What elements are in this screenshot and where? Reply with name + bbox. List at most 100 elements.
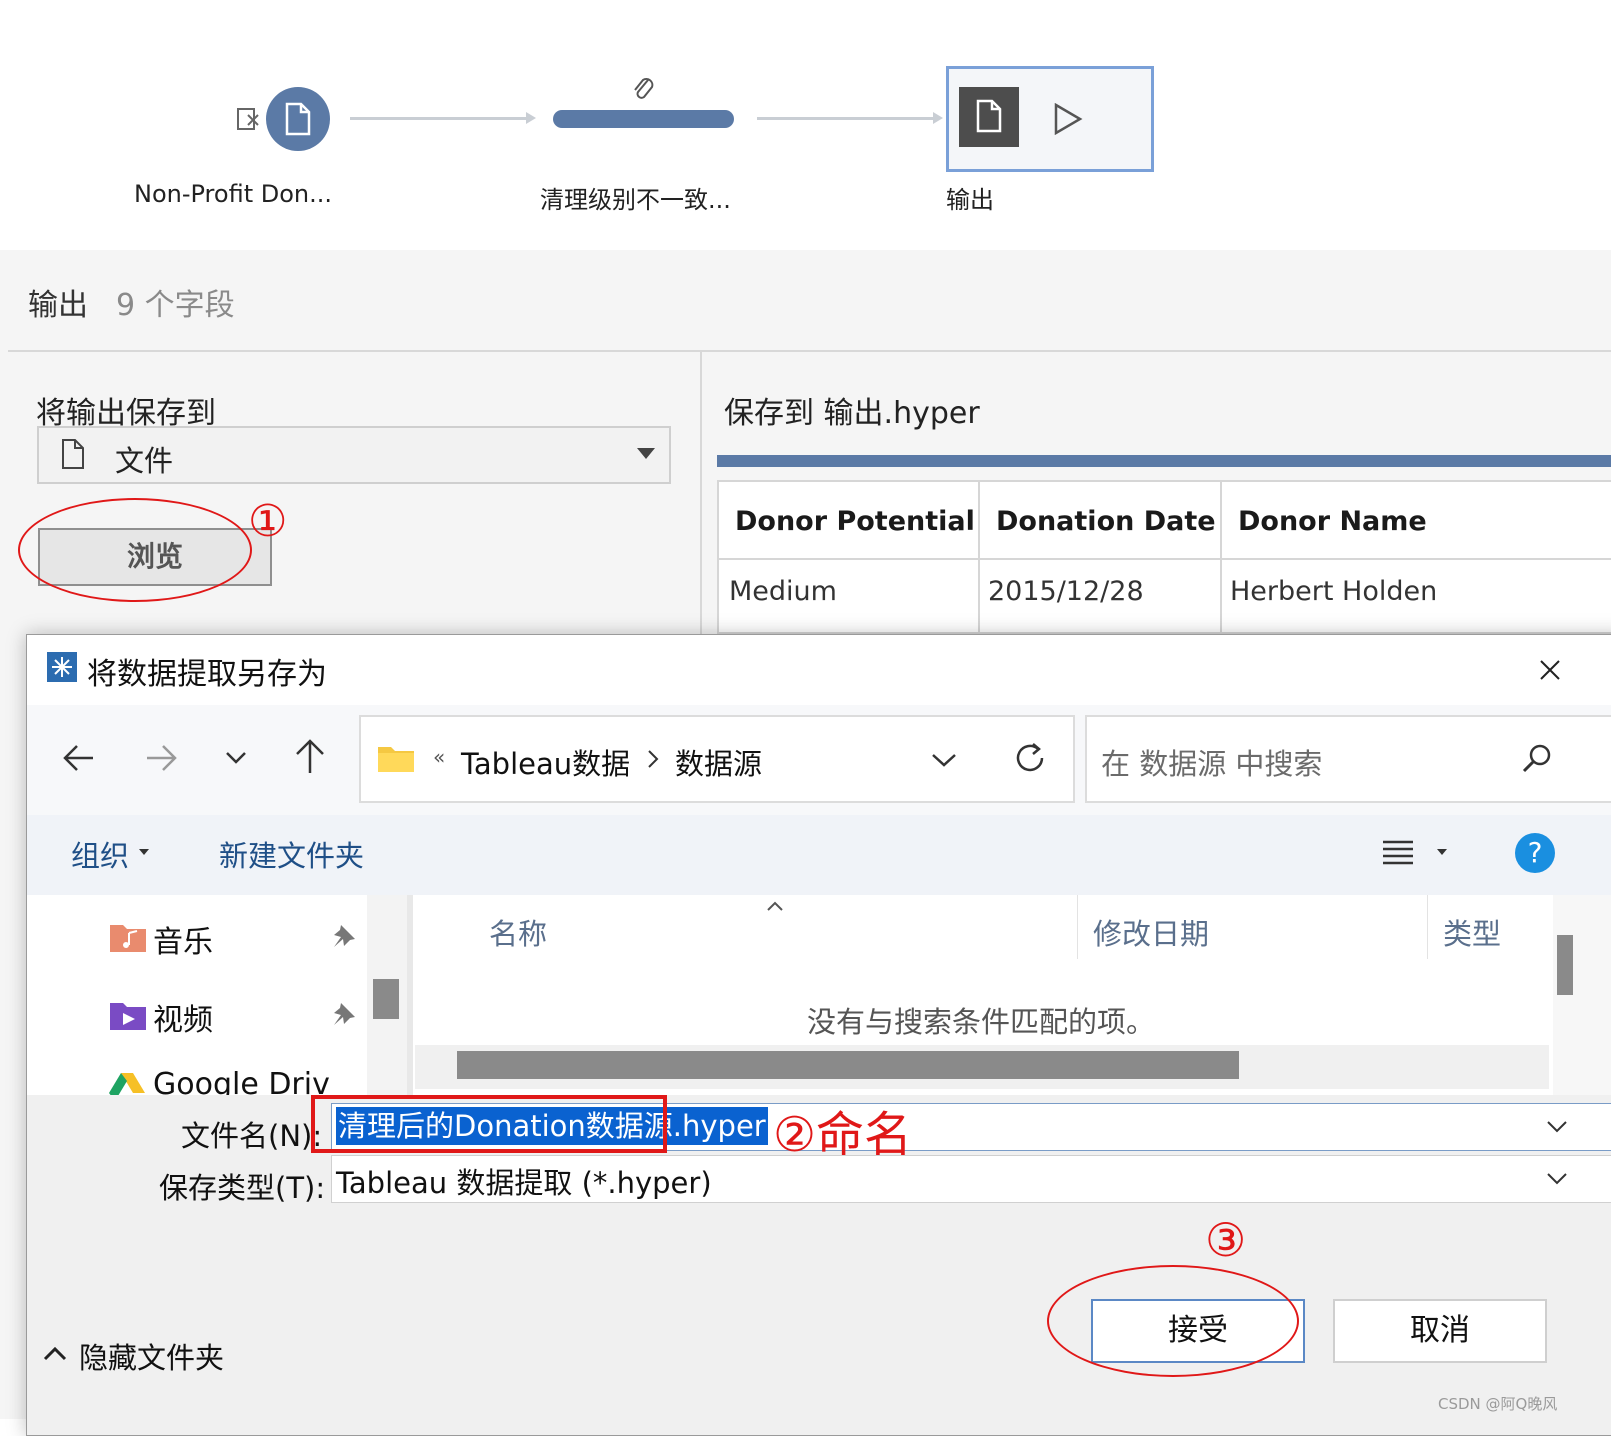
vertical-scrollbar[interactable] xyxy=(1553,895,1611,1095)
table-column: Donation Date 2015/12/28 xyxy=(980,482,1222,632)
input-node[interactable] xyxy=(266,87,330,151)
column-header[interactable]: Donor Potential xyxy=(735,506,975,537)
google-drive-icon xyxy=(109,1073,145,1095)
chevron-up-icon xyxy=(43,1346,67,1361)
breadcrumb-item-datasource[interactable]: 数据源 xyxy=(675,741,762,783)
horizontal-scrollbar[interactable] xyxy=(415,1045,1549,1089)
music-folder-icon xyxy=(110,925,146,952)
table-cell: Medium xyxy=(729,576,837,607)
filetype-label: 保存类型(T): xyxy=(159,1171,326,1205)
chevron-right-icon xyxy=(648,750,659,768)
filetype-value: Tableau 数据提取 (*.hyper) xyxy=(336,1166,712,1200)
dialog-button-area: 隐藏文件夹 接受 取消 ③ xyxy=(27,1213,1611,1435)
address-bar[interactable]: « Tableau数据 数据源 xyxy=(359,715,1075,803)
chevron-down-icon[interactable] xyxy=(1546,1120,1568,1134)
run-flow-icon[interactable] xyxy=(1053,103,1083,135)
filename-section: 文件名(N): 清理后的Donation数据源.hyper ②命名 保存类型(T… xyxy=(27,1095,1611,1255)
navigation-pane: 音乐 视频 Google Driv xyxy=(27,895,407,1095)
empty-message: 没有与搜索条件匹配的项。 xyxy=(807,1005,1156,1039)
nav-item-label: Google Driv xyxy=(153,1067,330,1095)
paperclip-icon xyxy=(634,77,654,99)
pin-icon[interactable] xyxy=(331,1001,357,1027)
table-column: Donor Name Herbert Holden xyxy=(1222,482,1602,632)
pane-splitter[interactable] xyxy=(407,895,413,1095)
output-file-tile xyxy=(959,87,1019,147)
save-target: 保存到 输出.hyper xyxy=(724,396,980,431)
video-folder-icon xyxy=(110,1003,146,1030)
vertical-scrollbar-thumb[interactable] xyxy=(1557,935,1573,995)
chevron-down-icon[interactable] xyxy=(931,753,957,767)
refresh-icon[interactable] xyxy=(1013,741,1047,775)
pin-icon[interactable] xyxy=(331,923,357,949)
cancel-button[interactable]: 取消 xyxy=(1333,1299,1547,1363)
nav-item-video[interactable]: 视频 xyxy=(109,995,369,1039)
dialog-titlebar: 将数据提取另存为 xyxy=(27,635,1611,705)
nav-scrollbar-thumb[interactable] xyxy=(373,979,399,1019)
chevron-down-icon[interactable] xyxy=(225,751,247,765)
filename-label: 文件名(N): xyxy=(181,1119,323,1153)
nav-item-google-drive[interactable]: Google Driv xyxy=(109,1067,369,1095)
search-input[interactable]: 在 数据源 中搜索 xyxy=(1101,741,1322,783)
dialog-toolbar: 组织 新建文件夹 ? xyxy=(27,815,1611,895)
breadcrumb-item-tableau[interactable]: Tableau数据 xyxy=(461,741,630,783)
connector xyxy=(757,117,933,120)
connector-arrow xyxy=(933,112,943,124)
new-folder-button[interactable]: 新建文件夹 xyxy=(219,833,364,875)
up-arrow-icon[interactable] xyxy=(293,737,327,775)
clean-step-label: 清理级别不一致... xyxy=(540,186,731,214)
caret-down-icon[interactable] xyxy=(1437,849,1447,857)
connector xyxy=(350,117,526,120)
back-arrow-icon[interactable] xyxy=(61,743,95,773)
annotation-box-2 xyxy=(311,1095,667,1153)
column-separator xyxy=(1077,895,1078,959)
column-header[interactable]: Donation Date xyxy=(996,506,1216,537)
file-icon xyxy=(976,99,1002,133)
preview-progress-bar xyxy=(717,455,1611,467)
organize-menu[interactable]: 组织 xyxy=(71,833,129,875)
annotation-circle-3 xyxy=(1047,1265,1299,1377)
annotation-circle-1 xyxy=(18,498,252,602)
dialog-title: 将数据提取另存为 xyxy=(87,657,327,692)
preview-table: Donor Potential Medium Donation Date 201… xyxy=(717,480,1611,634)
nav-scrollbar[interactable] xyxy=(367,895,407,1095)
remove-input-icon[interactable] xyxy=(236,106,262,132)
close-icon[interactable] xyxy=(1539,659,1561,681)
clean-step-node[interactable] xyxy=(553,110,734,128)
chevron-down-icon[interactable] xyxy=(1546,1172,1568,1186)
help-icon[interactable]: ? xyxy=(1515,833,1555,873)
search-box[interactable]: 在 数据源 中搜索 xyxy=(1085,715,1611,803)
column-header-type[interactable]: 类型 xyxy=(1443,911,1501,953)
column-separator xyxy=(1427,895,1428,959)
view-options-icon[interactable] xyxy=(1383,839,1413,867)
panel-divider xyxy=(8,350,1611,352)
hide-folders-label: 隐藏文件夹 xyxy=(79,1341,225,1375)
output-node-label: 输出 xyxy=(946,186,994,214)
forward-arrow-icon[interactable] xyxy=(145,743,179,773)
table-cell: 2015/12/28 xyxy=(988,576,1144,607)
horizontal-scrollbar-thumb[interactable] xyxy=(457,1051,1239,1079)
file-list: 名称 修改日期 类型 没有与搜索条件匹配的项。 xyxy=(415,895,1611,1095)
field-count: 9 个字段 xyxy=(116,288,235,323)
search-icon[interactable] xyxy=(1521,743,1553,775)
save-as-dialog: 将数据提取另存为 « Tableau数据 数据源 在 数据源 中搜索 组织 新建… xyxy=(26,634,1611,1436)
save-type-select[interactable]: 文件 xyxy=(37,426,671,484)
output-node[interactable] xyxy=(946,66,1154,172)
connector-arrow xyxy=(526,112,536,124)
caret-down-icon xyxy=(139,849,149,855)
file-icon xyxy=(62,439,84,469)
sort-ascending-icon xyxy=(767,901,783,911)
table-column: Donor Potential Medium xyxy=(719,482,980,632)
nav-item-music[interactable]: 音乐 xyxy=(109,917,369,961)
dropdown-arrow-icon xyxy=(637,448,655,459)
hide-folders-toggle[interactable]: 隐藏文件夹 xyxy=(43,1333,283,1377)
column-header[interactable]: Donor Name xyxy=(1238,506,1427,537)
file-browser: 音乐 视频 Google Driv 名称 修改日期 类型 没有与搜索条件匹配的项… xyxy=(27,895,1611,1095)
save-type-value: 文件 xyxy=(115,444,174,478)
column-header-name[interactable]: 名称 xyxy=(489,911,547,953)
filetype-select[interactable]: Tableau 数据提取 (*.hyper) xyxy=(331,1155,1611,1203)
column-header-date[interactable]: 修改日期 xyxy=(1093,911,1209,953)
flow-canvas: Non-Profit Don... 清理级别不一致... 输出 xyxy=(0,0,1611,250)
navigation-bar: « Tableau数据 数据源 在 数据源 中搜索 xyxy=(27,705,1611,815)
annotation-step1: ① xyxy=(248,496,288,547)
breadcrumb-overflow[interactable]: « xyxy=(433,745,445,769)
